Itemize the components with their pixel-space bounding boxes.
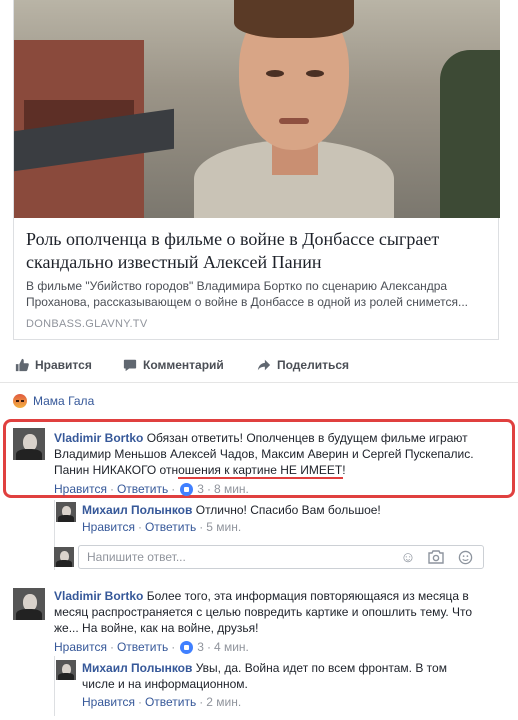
article-photo[interactable] bbox=[14, 0, 500, 218]
comment-line: Панин НИКАКОГО отношения к картине НЕ ИМ… bbox=[54, 463, 346, 477]
link-preview-card[interactable]: Роль ополченца в фильме о войне в Донбас… bbox=[13, 0, 500, 340]
reply-reply-link[interactable]: Ответить bbox=[145, 520, 196, 534]
avatar-suit bbox=[56, 560, 72, 567]
reply-author[interactable]: Михаил Полынков bbox=[82, 503, 192, 517]
avatar-suit bbox=[16, 448, 42, 460]
thumbs-up-icon bbox=[15, 358, 29, 372]
reaction-summary[interactable]: Мама Гала bbox=[13, 394, 94, 408]
comment-line: Владимир Меньшов Алексей Чадов, Максим А… bbox=[54, 447, 474, 461]
comment-button[interactable]: Комментарий bbox=[123, 358, 224, 372]
comment-line: же... На войне, как на войне, друзья! bbox=[54, 621, 259, 635]
reply-reply-link[interactable]: Ответить bbox=[145, 695, 196, 709]
comment-author[interactable]: Vladimir Bortko bbox=[54, 431, 143, 445]
photo-mouth bbox=[279, 118, 309, 124]
avatar[interactable] bbox=[56, 660, 76, 680]
reply-line: Увы, да. Война идет по всем фронтам. В т… bbox=[195, 661, 447, 675]
post-action-bar: Нравится Комментарий Поделиться bbox=[13, 354, 499, 380]
reply-timestamp[interactable]: 5 мин. bbox=[206, 520, 241, 534]
avatar-suit bbox=[16, 608, 42, 620]
photo-eye-left bbox=[266, 70, 284, 77]
comment-like-link[interactable]: Нравится bbox=[54, 640, 107, 654]
camera-icon[interactable] bbox=[428, 550, 444, 566]
reply-thread-line bbox=[54, 656, 55, 716]
like-count[interactable]: 3 bbox=[197, 640, 204, 654]
comment-timestamp[interactable]: 8 мин. bbox=[214, 482, 249, 496]
like-button-label: Нравится bbox=[35, 358, 92, 372]
comment-author[interactable]: Vladimir Bortko bbox=[54, 589, 143, 603]
reply-line: числе и на информационном. bbox=[82, 677, 248, 691]
reply-input[interactable] bbox=[79, 550, 379, 564]
separator: · bbox=[199, 520, 204, 534]
comment-text: Vladimir Bortko Более того, эта информац… bbox=[54, 588, 504, 636]
link-title[interactable]: Роль ополченца в фильме о войне в Донбас… bbox=[26, 228, 491, 274]
separator: · bbox=[171, 640, 176, 654]
section-divider bbox=[0, 382, 518, 383]
comment-text: Vladimir Bortko Обязан ответить! Ополчен… bbox=[54, 430, 504, 478]
reply-meta: Нравится · Ответить · 5 мин. bbox=[82, 520, 241, 534]
avatar-suit bbox=[58, 673, 74, 680]
comment-icon bbox=[123, 359, 137, 372]
avatar[interactable] bbox=[56, 502, 76, 522]
comment-line: Более того, эта информация повторяющаяся… bbox=[146, 589, 469, 603]
photo-trees bbox=[440, 50, 500, 218]
separator: · bbox=[199, 695, 204, 709]
comment-line: месяц распространяется с целью повредить… bbox=[54, 605, 473, 619]
reply-timestamp[interactable]: 2 мин. bbox=[206, 695, 241, 709]
separator: · bbox=[137, 520, 142, 534]
emoji-icon[interactable]: ☺ bbox=[400, 550, 416, 566]
separator: · bbox=[137, 695, 142, 709]
reply-meta: Нравится · Ответить · 2 мин. bbox=[82, 695, 241, 709]
reply-like-link[interactable]: Нравится bbox=[82, 695, 135, 709]
comment-timestamp[interactable]: 4 мин. bbox=[214, 640, 249, 654]
reply-text: Михаил Полынков Увы, да. Война идет по в… bbox=[82, 660, 502, 692]
sticker-icon[interactable] bbox=[457, 550, 473, 566]
reply-composer[interactable]: ☺ bbox=[78, 545, 484, 569]
separator: · bbox=[171, 482, 176, 496]
like-count[interactable]: 3 bbox=[197, 482, 204, 496]
separator: · bbox=[206, 482, 211, 496]
like-button[interactable]: Нравится bbox=[15, 358, 92, 372]
reply-line: Отлично! Спасибо Вам большое! bbox=[195, 503, 381, 517]
photo-hair bbox=[234, 0, 354, 38]
avatar[interactable] bbox=[13, 428, 45, 460]
like-count-icon bbox=[180, 640, 194, 654]
comment-reply-link[interactable]: Ответить bbox=[117, 482, 168, 496]
comment-button-label: Комментарий bbox=[143, 358, 224, 372]
comment-like-link[interactable]: Нравится bbox=[54, 482, 107, 496]
reactor-name[interactable]: Мама Гала bbox=[33, 394, 94, 408]
avatar-suit bbox=[58, 515, 74, 522]
comment-reply-link[interactable]: Ответить bbox=[117, 640, 168, 654]
avatar bbox=[54, 547, 74, 567]
separator: · bbox=[109, 482, 114, 496]
share-arrow-icon bbox=[257, 359, 271, 371]
separator: · bbox=[109, 640, 114, 654]
red-underline bbox=[178, 477, 343, 479]
comment-meta: Нравится · Ответить · 3 · 4 мин. bbox=[54, 640, 249, 654]
link-description: В фильме "Убийство городов" Владимира Бо… bbox=[26, 279, 469, 309]
like-count-icon bbox=[180, 482, 194, 496]
comment-line: Обязан ответить! Ополченцев в будущем фи… bbox=[146, 431, 468, 445]
comment-meta: Нравится · Ответить · 3 · 8 мин. bbox=[54, 482, 249, 496]
avatar[interactable] bbox=[13, 588, 45, 620]
angry-reaction-icon bbox=[13, 394, 27, 408]
reply-text: Михаил Полынков Отлично! Спасибо Вам бол… bbox=[82, 502, 502, 518]
reply-like-link[interactable]: Нравится bbox=[82, 520, 135, 534]
photo-eye-right bbox=[306, 70, 324, 77]
share-button-label: Поделиться bbox=[277, 358, 350, 372]
share-button[interactable]: Поделиться bbox=[257, 358, 349, 372]
separator: · bbox=[206, 640, 211, 654]
link-domain: DONBASS.GLAVNY.TV bbox=[26, 318, 148, 330]
reply-author[interactable]: Михаил Полынков bbox=[82, 661, 192, 675]
